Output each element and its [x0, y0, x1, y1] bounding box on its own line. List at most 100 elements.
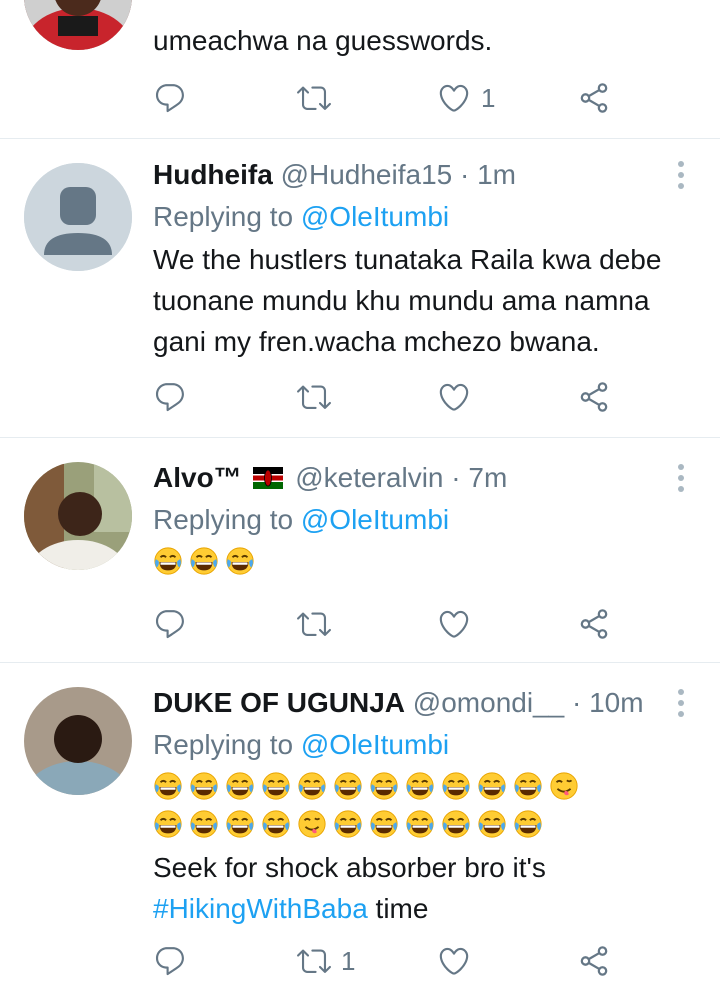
share-button[interactable]	[577, 604, 611, 644]
laugh-emoji-icon	[225, 546, 255, 576]
laugh-emoji-icon	[477, 809, 507, 839]
user-handle[interactable]: @Hudheifa15	[281, 159, 453, 190]
laugh-emoji-icon	[297, 771, 327, 801]
laugh-emoji-icon	[441, 809, 471, 839]
more-options-icon[interactable]	[678, 689, 686, 722]
laugh-emoji-icon	[513, 809, 543, 839]
reply-button[interactable]	[153, 604, 187, 644]
laugh-emoji-icon	[153, 771, 183, 801]
tweet-0[interactable]: umeachwa na guesswords. 1	[0, 0, 720, 138]
user-handle[interactable]: @keteralvin	[295, 462, 443, 493]
reply-button[interactable]	[153, 78, 187, 118]
more-options-icon[interactable]	[678, 464, 686, 497]
retweet-button[interactable]	[297, 78, 331, 118]
retweet-icon	[297, 380, 331, 414]
replying-label: Replying to	[153, 729, 294, 760]
laugh-emoji-icon	[369, 771, 399, 801]
avatar[interactable]	[24, 687, 132, 795]
share-button[interactable]	[577, 941, 611, 981]
like-button[interactable]	[437, 941, 471, 981]
laugh-emoji-icon	[369, 809, 399, 839]
laugh-emoji-icon	[225, 771, 255, 801]
share-icon	[577, 944, 611, 978]
kenya-flag-icon	[253, 467, 284, 489]
laugh-emoji-icon	[333, 809, 363, 839]
share-button[interactable]	[577, 377, 611, 417]
tweet-actions	[153, 604, 623, 644]
yum-emoji-icon	[297, 809, 327, 839]
replying-handle[interactable]: @OleItumbi	[301, 729, 449, 760]
tweet-3[interactable]: DUKE OF UGUNJA @omondi__ · 10m Replying …	[0, 663, 720, 984]
display-name[interactable]: DUKE OF UGUNJA	[153, 687, 405, 718]
retweet-count: 1	[341, 945, 356, 976]
replying-to: Replying to @OleItumbi	[153, 727, 684, 763]
tweet-text: We the hustlers tunataka Raila kwa debe …	[153, 244, 662, 357]
laugh-emoji-icon	[261, 809, 291, 839]
tweet-2[interactable]: Alvo™ @keteralvin · 7m Replying to @OleI…	[0, 438, 720, 662]
laugh-emoji-icon	[189, 771, 219, 801]
like-button[interactable]	[437, 604, 471, 644]
emoji-row	[153, 771, 684, 801]
tweet-text: Seek for shock absorber bro it's #Hiking…	[153, 847, 684, 929]
more-options-icon[interactable]	[678, 161, 686, 194]
avatar[interactable]	[24, 163, 132, 271]
reply-icon	[153, 380, 187, 414]
like-button[interactable]	[437, 377, 471, 417]
reply-icon	[153, 81, 187, 115]
laugh-emoji-icon	[441, 771, 471, 801]
separator-dot: ·	[571, 687, 582, 718]
tweet-text-tail: time	[367, 893, 429, 924]
timestamp[interactable]: 7m	[468, 462, 507, 493]
like-icon	[437, 944, 471, 978]
share-icon	[577, 607, 611, 641]
tweet-actions: 1	[153, 78, 623, 118]
laugh-emoji-icon	[261, 771, 291, 801]
tweet-1[interactable]: Hudheifa @Hudheifa15 · 1m Replying to @O…	[0, 139, 720, 437]
like-icon	[437, 607, 471, 641]
reply-button[interactable]	[153, 377, 187, 417]
separator-dot: ·	[451, 462, 461, 493]
replying-label: Replying to	[153, 201, 294, 232]
avatar[interactable]	[24, 462, 132, 570]
replying-to: Replying to @OleItumbi	[153, 199, 684, 235]
retweet-button[interactable]	[297, 604, 331, 644]
timestamp[interactable]: 1m	[477, 159, 516, 190]
like-icon	[437, 380, 471, 414]
tweet-text: umeachwa na guesswords.	[153, 25, 493, 56]
yum-emoji-icon	[549, 771, 579, 801]
laugh-emoji-icon	[405, 809, 435, 839]
retweet-icon	[297, 944, 331, 978]
retweet-icon	[297, 607, 331, 641]
replying-label: Replying to	[153, 504, 294, 535]
replying-to: Replying to @OleItumbi	[153, 502, 684, 538]
retweet-button[interactable]: 1	[297, 941, 355, 981]
replying-handle[interactable]: @OleItumbi	[301, 201, 449, 232]
avatar[interactable]	[24, 0, 132, 50]
retweet-button[interactable]	[297, 377, 331, 417]
hashtag-link[interactable]: #HikingWithBaba	[153, 893, 368, 924]
like-icon	[437, 81, 471, 115]
laugh-emoji-icon	[225, 809, 255, 839]
laugh-emoji-icon	[189, 809, 219, 839]
reply-icon	[153, 607, 187, 641]
like-button[interactable]: 1	[437, 78, 495, 118]
tweet-header: Alvo™ @keteralvin · 7m	[153, 460, 684, 496]
reply-icon	[153, 944, 187, 978]
laugh-emoji-icon	[189, 546, 219, 576]
share-button[interactable]	[577, 78, 611, 118]
emoji-row	[153, 809, 684, 839]
emoji-row	[153, 546, 684, 576]
display-name[interactable]: Hudheifa	[153, 159, 273, 190]
user-handle[interactable]: @omondi__	[413, 687, 564, 718]
laugh-emoji-icon	[153, 809, 183, 839]
tweet-header: DUKE OF UGUNJA @omondi__ · 10m	[153, 685, 684, 721]
laugh-emoji-icon	[405, 771, 435, 801]
reply-button[interactable]	[153, 941, 187, 981]
tweet-actions: 1	[153, 941, 623, 981]
tweet-header: Hudheifa @Hudheifa15 · 1m	[153, 157, 684, 193]
separator-dot: ·	[460, 159, 470, 190]
laugh-emoji-icon	[153, 546, 183, 576]
replying-handle[interactable]: @OleItumbi	[301, 504, 449, 535]
display-name[interactable]: Alvo™	[153, 462, 242, 493]
timestamp[interactable]: 10m	[589, 687, 643, 718]
